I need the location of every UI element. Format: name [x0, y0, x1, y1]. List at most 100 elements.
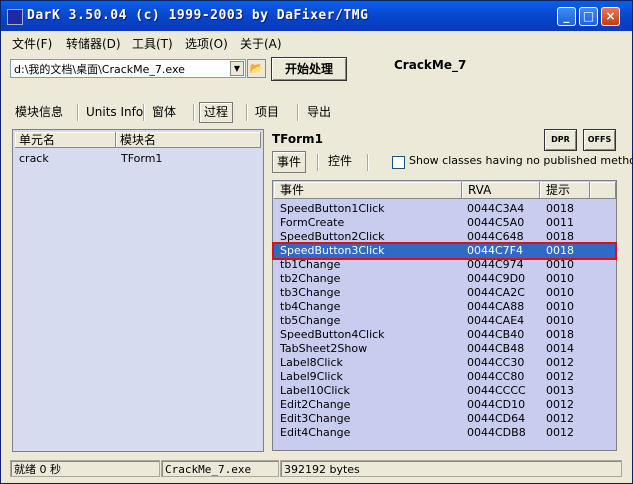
hint-cell: 0012: [546, 370, 574, 383]
rva-cell: 0044CA2C: [467, 286, 525, 299]
tab-project[interactable]: 项目: [251, 101, 283, 123]
status-time: 就绪 0 秒: [10, 460, 160, 477]
hint-cell: 0014: [546, 342, 574, 355]
table-row[interactable]: SpeedButton4Click 0044CB40 0018: [274, 328, 615, 342]
tab-procedures[interactable]: 过程: [199, 102, 234, 123]
hint-cell: 0013: [546, 384, 574, 397]
event-cell: SpeedButton4Click: [280, 328, 385, 341]
table-row[interactable]: tb5Change 0044CAE4 0010: [274, 314, 615, 328]
hint-cell: 0018: [546, 230, 574, 243]
column-header-event[interactable]: 事件: [274, 182, 462, 199]
table-row[interactable]: Edit2Change 0044CD10 0012: [274, 398, 615, 412]
units-list[interactable]: 单元名 模块名 crack TForm1: [12, 129, 264, 452]
offs-button[interactable]: OFFS: [583, 129, 616, 151]
dpr-button[interactable]: DPR: [544, 129, 577, 151]
file-path-combo[interactable]: d:\我的文档\桌面\CrackMe_7.exe ▼: [10, 59, 246, 78]
tab-module-info[interactable]: 模块信息: [11, 101, 67, 123]
menu-about[interactable]: 关于(A): [240, 35, 282, 52]
tab-exports[interactable]: 导出: [303, 101, 335, 123]
close-button[interactable]: ×: [601, 7, 620, 26]
rva-cell: 0044C974: [467, 258, 524, 271]
table-row[interactable]: Edit4Change 0044CDB8 0012: [274, 426, 615, 440]
tab-separator: [143, 104, 144, 121]
column-header-unit[interactable]: 单元名: [15, 132, 116, 148]
folder-icon: 📂: [249, 62, 264, 75]
column-header-rva[interactable]: RVA: [462, 182, 540, 199]
menu-file[interactable]: 文件(F): [12, 35, 52, 52]
rva-cell: 0044C648: [467, 230, 524, 243]
column-header-module[interactable]: 模块名: [116, 132, 261, 148]
maximize-button[interactable]: □: [579, 7, 598, 26]
rva-cell: 0044CC30: [467, 356, 525, 369]
unit-cell[interactable]: crack: [19, 152, 49, 165]
table-row[interactable]: TabSheet2Show 0044CB48 0014: [274, 342, 615, 356]
event-cell: FormCreate: [280, 216, 345, 229]
hint-cell: 0012: [546, 412, 574, 425]
table-row[interactable]: SpeedButton2Click 0044C648 0018: [274, 230, 615, 244]
rva-cell: 0044CDB8: [467, 426, 526, 439]
table-row[interactable]: tb2Change 0044C9D0 0010: [274, 272, 615, 286]
event-cell: Label8Click: [280, 356, 343, 369]
open-folder-button[interactable]: 📂: [247, 59, 266, 78]
status-bar: 就绪 0 秒 CrackMe_7.exe 392192 bytes: [1, 459, 632, 483]
table-row[interactable]: Label10Click 0044CCCC 0013: [274, 384, 615, 398]
table-row[interactable]: tb4Change 0044CA88 0010: [274, 300, 615, 314]
tab-separator: [317, 154, 318, 171]
menu-dumper[interactable]: 转储器(D): [66, 35, 121, 52]
app-icon: [7, 9, 23, 25]
hint-cell: 0011: [546, 216, 574, 229]
table-row[interactable]: tb3Change 0044CA2C 0010: [274, 286, 615, 300]
hint-cell: 0010: [546, 272, 574, 285]
event-cell: tb5Change: [280, 314, 341, 327]
minimize-button[interactable]: _: [557, 7, 576, 26]
rva-cell: 0044CD10: [467, 398, 526, 411]
show-classes-checkbox[interactable]: [392, 156, 405, 169]
menu-options[interactable]: 选项(O): [185, 35, 228, 52]
show-classes-label[interactable]: Show classes having no published methods: [409, 154, 633, 167]
rva-cell: 0044CD64: [467, 412, 526, 425]
table-row[interactable]: Label8Click 0044CC30 0012: [274, 356, 615, 370]
table-row[interactable]: Label9Click 0044CC80 0012: [274, 370, 615, 384]
rva-cell: 0044CA88: [467, 300, 525, 313]
table-row[interactable]: FormCreate 0044C5A0 0011: [274, 216, 615, 230]
event-cell: Label9Click: [280, 370, 343, 383]
file-path-value: d:\我的文档\桌面\CrackMe_7.exe: [14, 63, 185, 76]
tab-units-info[interactable]: Units Info: [82, 101, 147, 123]
form-name-label: TForm1: [272, 132, 323, 146]
hint-cell: 0010: [546, 300, 574, 313]
rva-cell: 0044CAE4: [467, 314, 525, 327]
event-cell: TabSheet2Show: [280, 342, 368, 355]
menu-tools[interactable]: 工具(T): [132, 35, 173, 52]
event-cell: tb3Change: [280, 286, 341, 299]
event-cell: Edit3Change: [280, 412, 351, 425]
hint-cell: 0010: [546, 286, 574, 299]
rva-cell: 0044C9D0: [467, 272, 526, 285]
start-process-button[interactable]: 开始处理: [271, 57, 347, 81]
rva-cell: 0044C5A0: [467, 216, 525, 229]
table-row[interactable]: tb1Change 0044C974 0010: [274, 258, 615, 272]
column-header-filler: [590, 182, 616, 199]
table-row[interactable]: SpeedButton3Click 0044C7F4 0018: [272, 242, 617, 260]
subtab-events[interactable]: 事件: [272, 151, 307, 173]
tab-forms[interactable]: 窗体: [148, 101, 180, 123]
status-file: CrackMe_7.exe: [161, 460, 279, 477]
hint-cell: 0010: [546, 314, 574, 327]
status-size: 392192 bytes: [280, 460, 622, 477]
event-cell: Edit4Change: [280, 426, 351, 439]
event-cell: Label10Click: [280, 384, 350, 397]
subtab-controls[interactable]: 控件: [324, 151, 356, 171]
rva-cell: 0044CB40: [467, 328, 525, 341]
event-cell: SpeedButton3Click: [280, 244, 385, 257]
toolbar: d:\我的文档\桌面\CrackMe_7.exe ▼ 📂 开始处理 CrackM…: [1, 53, 632, 89]
hint-cell: 0012: [546, 356, 574, 369]
event-cell: SpeedButton2Click: [280, 230, 385, 243]
event-cell: tb4Change: [280, 300, 341, 313]
events-list[interactable]: 事件 RVA 提示 SpeedButton1Click 0044C3A4 0018 F…: [272, 180, 617, 451]
title-bar[interactable]: DarK 3.50.04 (c) 1999-2003 by DaFixer/TM…: [1, 1, 632, 31]
table-row[interactable]: Edit3Change 0044CD64 0012: [274, 412, 615, 426]
table-row[interactable]: SpeedButton1Click 0044C3A4 0018: [274, 202, 615, 216]
module-cell[interactable]: TForm1: [121, 152, 162, 165]
column-header-hint[interactable]: 提示: [540, 182, 590, 199]
dropdown-arrow-icon[interactable]: ▼: [230, 61, 244, 76]
tab-separator: [367, 154, 368, 171]
